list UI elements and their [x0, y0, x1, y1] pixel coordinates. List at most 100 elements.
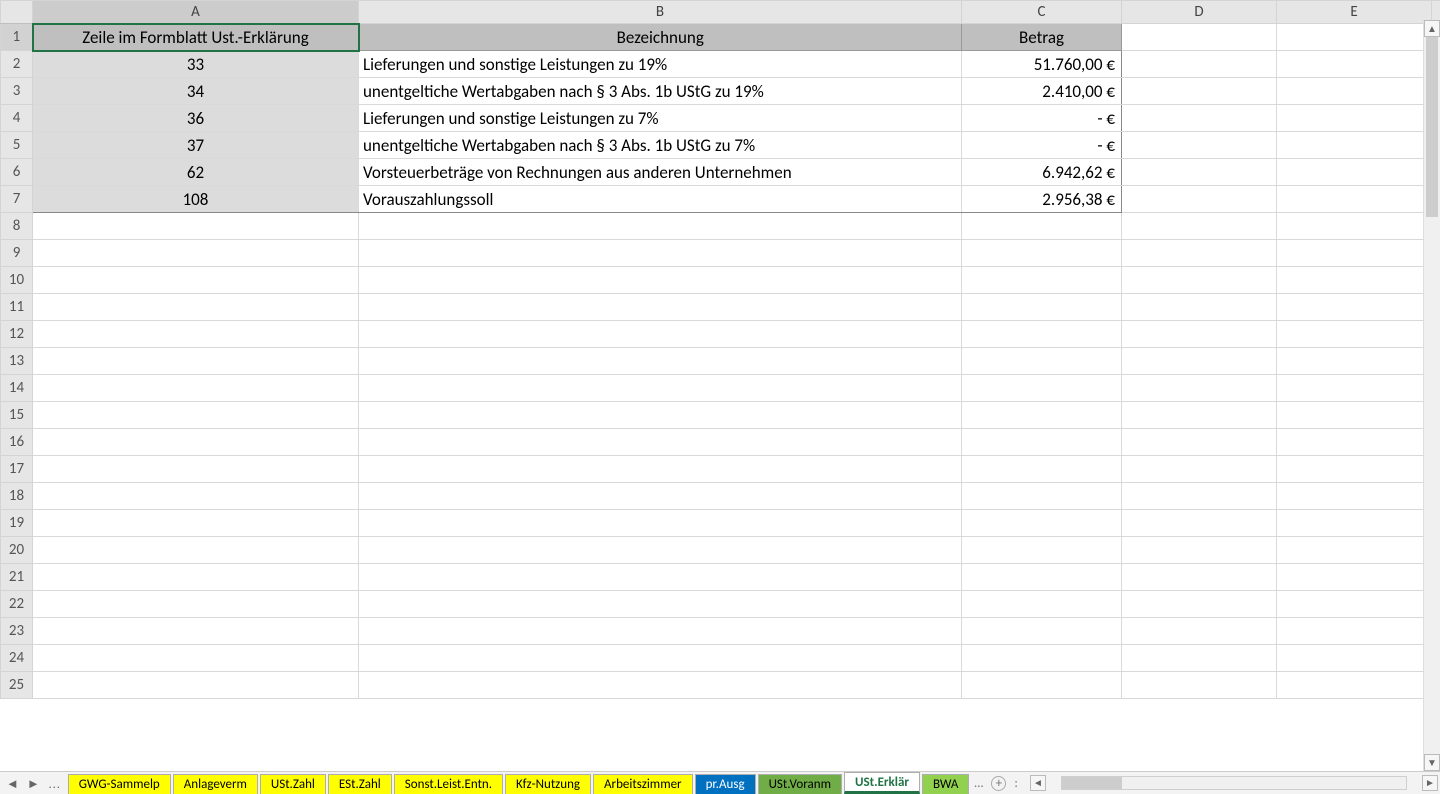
- cell-B10[interactable]: [359, 267, 962, 294]
- tab-nav-first-icon[interactable]: ◄: [6, 776, 19, 791]
- cell-D25[interactable]: [1122, 672, 1277, 699]
- cell-D1[interactable]: [1122, 24, 1277, 51]
- cell-B17[interactable]: [359, 456, 962, 483]
- cell-B5[interactable]: unentgeltiche Wertabgaben nach § 3 Abs. …: [359, 132, 962, 159]
- cell-A3[interactable]: 34: [33, 78, 359, 105]
- scroll-left-button[interactable]: ◄: [1030, 775, 1046, 791]
- row-header-24[interactable]: 24: [1, 645, 33, 672]
- cell-C4[interactable]: - €: [962, 105, 1122, 132]
- row-header-11[interactable]: 11: [1, 294, 33, 321]
- tab-nav-ellipsis[interactable]: …: [48, 776, 61, 791]
- cell-D13[interactable]: [1122, 348, 1277, 375]
- row-header-1[interactable]: 1: [1, 24, 33, 51]
- cell-C18[interactable]: [962, 483, 1122, 510]
- cell-E13[interactable]: [1277, 348, 1432, 375]
- cell-C22[interactable]: [962, 591, 1122, 618]
- row-header-4[interactable]: 4: [1, 105, 33, 132]
- sheet-tab-ESt-Zahl[interactable]: ESt.Zahl: [328, 774, 392, 794]
- cell-E8[interactable]: [1277, 213, 1432, 240]
- cell-D8[interactable]: [1122, 213, 1277, 240]
- cell-C20[interactable]: [962, 537, 1122, 564]
- sheet-tab-Kfz-Nutzung[interactable]: Kfz-Nutzung: [505, 774, 591, 794]
- cell-C7[interactable]: 2.956,38 €: [962, 186, 1122, 213]
- row-header-7[interactable]: 7: [1, 186, 33, 213]
- cell-B12[interactable]: [359, 321, 962, 348]
- cell-A13[interactable]: [33, 348, 359, 375]
- cell-E5[interactable]: [1277, 132, 1432, 159]
- cell-C1[interactable]: Betrag: [962, 24, 1122, 51]
- cell-C11[interactable]: [962, 294, 1122, 321]
- cell-D12[interactable]: [1122, 321, 1277, 348]
- cell-C14[interactable]: [962, 375, 1122, 402]
- cell-B2[interactable]: Lieferungen und sonstige Leistungen zu 1…: [359, 51, 962, 78]
- row-header-22[interactable]: 22: [1, 591, 33, 618]
- scroll-down-button[interactable]: ▼: [1424, 754, 1440, 771]
- row-header-8[interactable]: 8: [1, 213, 33, 240]
- sheet-tab-Arbeitszimmer[interactable]: Arbeitszimmer: [593, 774, 693, 794]
- cell-E12[interactable]: [1277, 321, 1432, 348]
- cell-B23[interactable]: [359, 618, 962, 645]
- cell-B19[interactable]: [359, 510, 962, 537]
- cell-B14[interactable]: [359, 375, 962, 402]
- cell-B16[interactable]: [359, 429, 962, 456]
- row-header-3[interactable]: 3: [1, 78, 33, 105]
- row-header-13[interactable]: 13: [1, 348, 33, 375]
- cell-C17[interactable]: [962, 456, 1122, 483]
- cell-B13[interactable]: [359, 348, 962, 375]
- cell-C21[interactable]: [962, 564, 1122, 591]
- cell-A11[interactable]: [33, 294, 359, 321]
- vscroll-track[interactable]: [1424, 37, 1440, 754]
- cell-C23[interactable]: [962, 618, 1122, 645]
- cell-A15[interactable]: [33, 402, 359, 429]
- cell-E3[interactable]: [1277, 78, 1432, 105]
- cell-E11[interactable]: [1277, 294, 1432, 321]
- cell-E24[interactable]: [1277, 645, 1432, 672]
- cell-D17[interactable]: [1122, 456, 1277, 483]
- tab-nav-last-icon[interactable]: ►: [27, 776, 40, 791]
- scroll-right-button[interactable]: ►: [1422, 775, 1438, 791]
- cell-E23[interactable]: [1277, 618, 1432, 645]
- cell-D16[interactable]: [1122, 429, 1277, 456]
- cell-B3[interactable]: unentgeltiche Wertabgaben nach § 3 Abs. …: [359, 78, 962, 105]
- hscroll-thumb[interactable]: [1062, 777, 1122, 789]
- cell-A2[interactable]: 33: [33, 51, 359, 78]
- cell-A19[interactable]: [33, 510, 359, 537]
- cell-E2[interactable]: [1277, 51, 1432, 78]
- cell-E9[interactable]: [1277, 240, 1432, 267]
- sheet-tab-GWG-Sammelp[interactable]: GWG-Sammelp: [68, 774, 171, 794]
- cell-D15[interactable]: [1122, 402, 1277, 429]
- cell-E18[interactable]: [1277, 483, 1432, 510]
- cell-C9[interactable]: [962, 240, 1122, 267]
- col-header-C[interactable]: C: [962, 1, 1122, 24]
- cell-D4[interactable]: [1122, 105, 1277, 132]
- cell-A23[interactable]: [33, 618, 359, 645]
- cell-C25[interactable]: [962, 672, 1122, 699]
- cell-C8[interactable]: [962, 213, 1122, 240]
- cell-D19[interactable]: [1122, 510, 1277, 537]
- cell-E17[interactable]: [1277, 456, 1432, 483]
- tabs-overflow-ellipsis[interactable]: …: [974, 776, 983, 791]
- cell-E14[interactable]: [1277, 375, 1432, 402]
- cell-C19[interactable]: [962, 510, 1122, 537]
- row-header-19[interactable]: 19: [1, 510, 33, 537]
- horizontal-scrollbar[interactable]: ◄ ►: [1028, 772, 1440, 794]
- cell-B18[interactable]: [359, 483, 962, 510]
- cell-A1[interactable]: Zeile im Formblatt Ust.-Erklärung: [33, 24, 359, 51]
- cell-C24[interactable]: [962, 645, 1122, 672]
- cell-D23[interactable]: [1122, 618, 1277, 645]
- cell-E7[interactable]: [1277, 186, 1432, 213]
- cell-E1[interactable]: [1277, 24, 1432, 51]
- cell-A16[interactable]: [33, 429, 359, 456]
- sheet-tab-Anlageverm[interactable]: Anlageverm: [173, 774, 258, 794]
- row-header-2[interactable]: 2: [1, 51, 33, 78]
- spreadsheet-grid[interactable]: A B C D E F 1 Zeile im Formblatt Ust.-Er…: [0, 0, 1440, 771]
- sheet-tab-USt-Voranm[interactable]: USt.Voranm: [758, 774, 842, 794]
- cell-C12[interactable]: [962, 321, 1122, 348]
- cell-A4[interactable]: 36: [33, 105, 359, 132]
- cell-B6[interactable]: Vorsteuerbeträge von Rechnungen aus ande…: [359, 159, 962, 186]
- cell-B11[interactable]: [359, 294, 962, 321]
- cell-E15[interactable]: [1277, 402, 1432, 429]
- row-header-18[interactable]: 18: [1, 483, 33, 510]
- cell-E16[interactable]: [1277, 429, 1432, 456]
- cell-E20[interactable]: [1277, 537, 1432, 564]
